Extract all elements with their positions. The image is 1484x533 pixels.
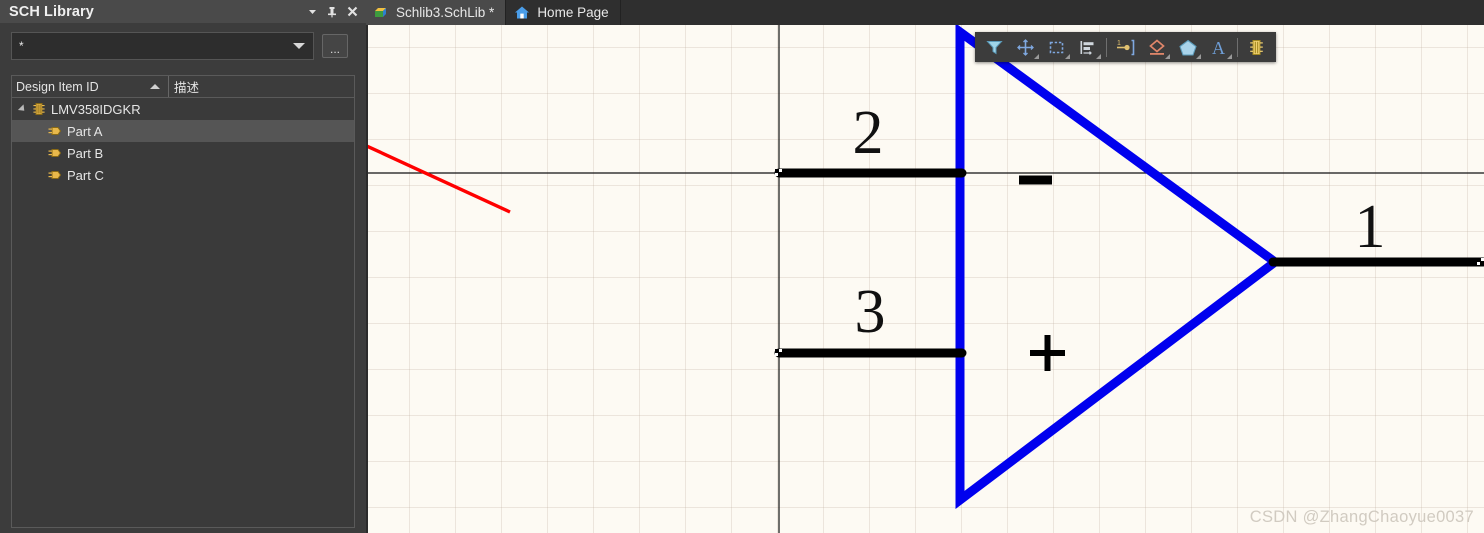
place-component-tool-icon[interactable] bbox=[1241, 33, 1272, 61]
altium-designer-window: SCH Library * ... Design Item ID 描述 LMV3… bbox=[0, 0, 1484, 533]
sch-library-panel: SCH Library * ... Design Item ID 描述 LMV3… bbox=[0, 0, 366, 533]
tree-row-label: Part C bbox=[67, 167, 104, 183]
tree-row-part-b[interactable]: Part B bbox=[12, 142, 354, 164]
opamp-triangle-body bbox=[955, 25, 1283, 510]
schematic-floating-toolbar: 1 A bbox=[975, 32, 1276, 62]
pin-2-number: 2 bbox=[853, 99, 884, 167]
home-icon bbox=[514, 5, 530, 20]
tree-row-label: Part A bbox=[67, 123, 103, 139]
panel-titlebar-buttons bbox=[302, 2, 366, 22]
panel-titlebar: SCH Library bbox=[0, 0, 366, 23]
part-icon bbox=[45, 147, 65, 159]
column-header-label: Design Item ID bbox=[16, 79, 99, 94]
toolbar-separator bbox=[1106, 37, 1107, 57]
svg-text:A: A bbox=[1212, 38, 1225, 57]
tab-label: Schlib3.SchLib * bbox=[396, 5, 495, 20]
schematic-drawing: 2 3 1 bbox=[368, 25, 1484, 533]
column-header-label: 描述 bbox=[174, 81, 200, 95]
tab-label: Home Page bbox=[537, 5, 609, 20]
panel-title: SCH Library bbox=[9, 3, 94, 20]
dropdown-icon[interactable] bbox=[302, 2, 322, 22]
schlib-icon bbox=[374, 6, 389, 20]
place-text-tool-icon[interactable]: A bbox=[1203, 33, 1234, 61]
chevron-down-icon[interactable] bbox=[293, 43, 305, 49]
crosshair-tool-icon[interactable] bbox=[1010, 33, 1041, 61]
tree-row-label: LMV358IDGKR bbox=[51, 101, 141, 117]
design-items-grid: Design Item ID 描述 LMV358IDGKR Part A Par… bbox=[11, 75, 355, 528]
component-icon bbox=[29, 102, 49, 116]
expander-collapse-icon[interactable] bbox=[15, 98, 29, 120]
library-filter-row: * ... bbox=[0, 30, 366, 62]
pin-1-number: 1 bbox=[1355, 193, 1386, 261]
svg-text:1: 1 bbox=[1117, 40, 1121, 47]
align-tool-icon[interactable] bbox=[1072, 33, 1103, 61]
tab-home-page[interactable]: Home Page bbox=[506, 0, 621, 25]
close-icon[interactable] bbox=[342, 2, 362, 22]
document-tab-bar: Schlib3.SchLib * Home Page bbox=[366, 0, 1484, 25]
filter-input[interactable]: * bbox=[11, 32, 314, 60]
annotation-arrow bbox=[368, 144, 511, 214]
part-icon bbox=[45, 125, 65, 137]
place-line-tool-icon[interactable] bbox=[1141, 33, 1172, 61]
pin-icon[interactable] bbox=[322, 2, 342, 22]
tab-schlib3[interactable]: Schlib3.SchLib * bbox=[366, 0, 507, 25]
schematic-canvas[interactable]: 2 3 1 CSDN @ZhangChaoyue0037 bbox=[368, 25, 1484, 533]
filter-options-button[interactable]: ... bbox=[322, 34, 348, 58]
column-header-design-item-id[interactable]: Design Item ID bbox=[12, 76, 168, 97]
filter-tool-icon[interactable] bbox=[979, 33, 1010, 61]
grid-header: Design Item ID 描述 bbox=[12, 76, 354, 98]
sort-ascending-icon bbox=[150, 84, 160, 89]
filter-value: * bbox=[19, 39, 24, 53]
tree-row-label: Part B bbox=[67, 145, 104, 161]
toolbar-separator bbox=[1237, 37, 1238, 57]
tree-row-component[interactable]: LMV358IDGKR bbox=[12, 98, 354, 120]
selection-rect-tool-icon[interactable] bbox=[1041, 33, 1072, 61]
column-header-description[interactable]: 描述 bbox=[168, 76, 354, 97]
place-polygon-tool-icon[interactable] bbox=[1172, 33, 1203, 61]
part-icon bbox=[45, 169, 65, 181]
watermark: CSDN @ZhangChaoyue0037 bbox=[1249, 508, 1474, 526]
pin-3-number: 3 bbox=[855, 278, 886, 346]
tree-row-part-a[interactable]: Part A bbox=[12, 120, 354, 142]
place-pin-tool-icon[interactable]: 1 bbox=[1110, 33, 1141, 61]
tree-row-part-c[interactable]: Part C bbox=[12, 164, 354, 186]
